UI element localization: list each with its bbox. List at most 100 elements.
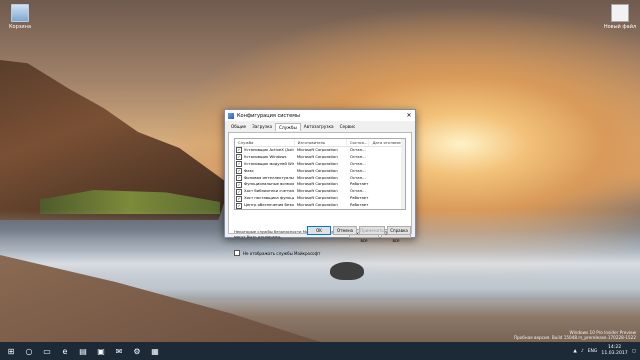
service-maker: Microsoft Corporation xyxy=(296,174,338,180)
notification-icon[interactable]: ▢ xyxy=(632,349,636,354)
service-name: Хост поставщика функции об... xyxy=(244,195,294,201)
service-row[interactable]: ✓Хост библиотеки счетчика пр...Microsoft… xyxy=(235,188,405,195)
column-maker[interactable]: Изготовитель xyxy=(295,139,347,146)
msconfig-taskbar-icon[interactable]: ▦ xyxy=(148,344,162,358)
tab-boot[interactable]: Загрузка xyxy=(249,123,275,131)
cancel-button[interactable]: Отмена xyxy=(333,226,357,235)
service-date xyxy=(369,188,405,195)
service-checkbox[interactable]: ✓ xyxy=(236,161,242,168)
taskbar: ⊞ ○ ▭ e ▤ ▣ ✉ ⚙ ▦ ▲ ♪ ENG 14:22 11.03.20… xyxy=(0,342,640,360)
edge-icon[interactable]: e xyxy=(58,344,72,358)
service-maker: Microsoft Corporation xyxy=(294,209,347,210)
service-state: Остан... xyxy=(347,209,369,210)
service-date xyxy=(369,195,405,202)
tab-services[interactable]: Службы xyxy=(275,123,301,131)
service-date xyxy=(369,147,405,154)
close-button[interactable]: ✕ xyxy=(403,110,415,121)
desktop-icon-label: Новый файл xyxy=(603,24,637,30)
clock[interactable]: 14:22 11.03.2017 xyxy=(601,345,627,357)
service-checkbox[interactable]: ✓ xyxy=(236,175,242,181)
explorer-icon[interactable]: ▤ xyxy=(76,344,90,358)
desktop-icon-label: Корзина xyxy=(8,24,32,30)
list-header: Служба Изготовитель Состоя... Дата отклю… xyxy=(235,139,405,147)
help-button[interactable]: Справка xyxy=(387,226,411,235)
hide-ms-services[interactable]: Не отображать службы Майкрософт xyxy=(234,250,320,256)
service-row[interactable]: ✓Центр обновления WindowsMicrosoft Corpo… xyxy=(235,209,405,210)
service-state: Работает xyxy=(349,195,369,201)
language-indicator[interactable]: ENG xyxy=(588,349,598,354)
task-view-icon[interactable]: ▭ xyxy=(40,344,54,358)
network-icon[interactable]: ▲ xyxy=(573,349,576,354)
service-maker: Microsoft Corporation xyxy=(296,181,338,187)
service-name: Центр обеспечения безопасно... xyxy=(244,202,294,208)
mail-icon[interactable]: ✉ xyxy=(112,344,126,358)
service-date xyxy=(369,161,405,168)
settings-icon[interactable]: ⚙ xyxy=(130,344,144,358)
service-row[interactable]: ✓Установщик модулей WindowsMicrosoft Cor… xyxy=(235,161,405,168)
apply-button[interactable]: Применить xyxy=(359,226,385,235)
vertical-scrollbar[interactable] xyxy=(401,139,405,209)
start-button[interactable]: ⊞ xyxy=(4,344,18,358)
app-icon xyxy=(228,112,234,119)
service-state: Остан... xyxy=(349,160,366,166)
service-state: Остан... xyxy=(349,153,366,159)
service-row[interactable]: ✓ Факс Microsoft Corporation Остан... xyxy=(235,168,405,175)
title-bar[interactable]: Конфигурация системы ✕ xyxy=(225,110,415,121)
service-checkbox[interactable]: ✓ xyxy=(236,147,242,154)
service-row[interactable]: ✓Установщик ActiveX (AxInstSV)Microsoft … xyxy=(235,147,405,154)
service-name: Фоновая интеллектуальна... xyxy=(244,174,294,180)
service-checkbox[interactable]: ✓ xyxy=(236,181,242,188)
desktop-icon-recycle-bin[interactable]: Корзина xyxy=(0,4,40,30)
service-checkbox[interactable]: ✓ xyxy=(236,154,242,161)
build-watermark: Windows 10 Pro Insider Preview Пробная в… xyxy=(514,330,636,340)
store-icon[interactable]: ▣ xyxy=(94,344,108,358)
service-state: Остан... xyxy=(349,188,366,194)
column-state[interactable]: Состоя... xyxy=(347,139,370,146)
service-checkbox[interactable]: ✓ xyxy=(236,168,242,175)
service-row[interactable]: ✓Центр обеспечения безопасно...Microsoft… xyxy=(235,202,405,209)
service-date xyxy=(369,154,405,161)
service-state: Работает xyxy=(349,181,369,187)
recycle-bin-icon xyxy=(11,4,29,22)
system-tray: ▲ ♪ ENG 14:22 11.03.2017 ▢ xyxy=(573,342,636,360)
service-maker: Microsoft Corporation xyxy=(296,188,338,194)
tab-tools[interactable]: Сервис xyxy=(337,123,359,131)
hide-ms-label: Не отображать службы Майкрософт xyxy=(243,250,321,256)
service-checkbox[interactable]: ✓ xyxy=(236,202,242,209)
service-date xyxy=(369,202,405,209)
tab-general[interactable]: Общие xyxy=(228,123,249,131)
ok-button[interactable]: OK xyxy=(307,226,331,235)
service-maker: Microsoft Corporation xyxy=(296,147,338,152)
service-checkbox[interactable]: ✓ xyxy=(236,209,242,210)
service-name: Установщик ActiveX (AxInstSV) xyxy=(244,147,294,152)
msconfig-dialog: Конфигурация системы ✕ Общие Загрузка Сл… xyxy=(224,109,416,256)
clock-date: 11.03.2017 xyxy=(601,351,628,356)
tab-startup[interactable]: Автозагрузка xyxy=(301,123,337,131)
service-date xyxy=(369,175,405,182)
column-date[interactable]: Дата отключения xyxy=(369,139,405,146)
service-row[interactable]: ✓Хост поставщика функции об...Microsoft … xyxy=(235,195,405,202)
service-checkbox[interactable]: ✓ xyxy=(236,188,242,195)
service-maker: Microsoft Corporation xyxy=(296,153,338,159)
rock-in-water xyxy=(330,262,364,280)
service-row[interactable]: ✓ Установщик Windows Microsoft Corporation… xyxy=(235,154,405,161)
service-row[interactable]: ✓Фоновая интеллектуальна...Microsoft Cor… xyxy=(235,175,405,182)
service-name: Факс xyxy=(244,167,254,173)
service-row[interactable]: ✓Функциональные возможност...Microsoft C… xyxy=(235,181,405,188)
column-service[interactable]: Служба xyxy=(235,139,295,146)
hide-ms-checkbox[interactable] xyxy=(234,250,240,256)
service-state: Остан... xyxy=(349,147,366,152)
search-icon[interactable]: ○ xyxy=(22,344,36,358)
service-date xyxy=(369,181,405,188)
tab-strip: Общие Загрузка Службы Автозагрузка Серви… xyxy=(228,123,412,131)
file-icon xyxy=(611,4,629,22)
desktop-icon-file[interactable]: Новый файл xyxy=(600,4,640,30)
volume-icon[interactable]: ♪ xyxy=(581,349,584,354)
service-state: Остан... xyxy=(349,174,366,180)
service-checkbox[interactable]: ✓ xyxy=(236,195,242,202)
services-list[interactable]: Служба Изготовитель Состоя... Дата отклю… xyxy=(234,138,406,210)
service-maker: Microsoft Corporation xyxy=(296,202,338,208)
service-state: Остан... xyxy=(349,167,366,173)
service-state: Работает xyxy=(349,202,369,208)
service-maker: Microsoft Corporation xyxy=(296,195,338,201)
